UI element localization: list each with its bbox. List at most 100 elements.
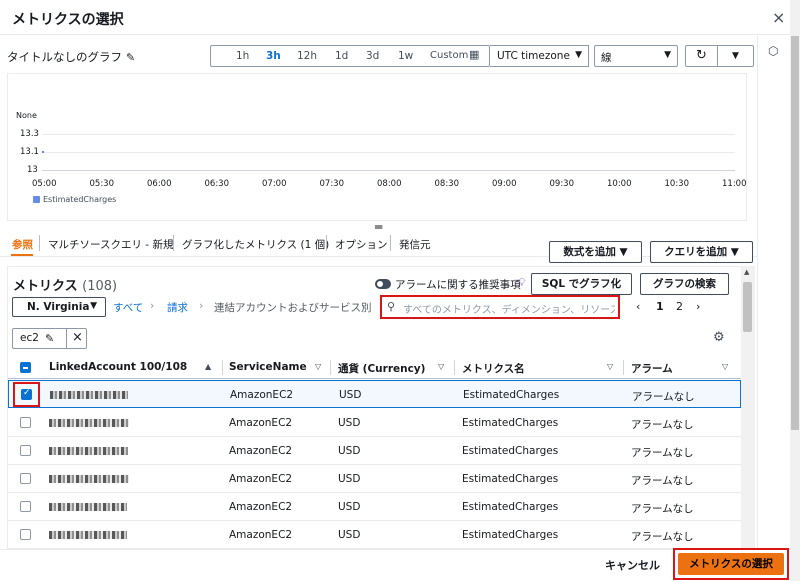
currency-cell: USD xyxy=(338,501,361,513)
tab-divider xyxy=(326,235,327,251)
timezone-value: UTC timezone xyxy=(497,50,570,62)
row-checkbox[interactable] xyxy=(20,501,31,512)
column-header-service[interactable]: ServiceName xyxy=(229,361,307,373)
sort-asc-icon[interactable]: ▲ xyxy=(205,362,211,371)
range-custom[interactable]: Custom xyxy=(430,50,468,61)
close-icon[interactable]: × xyxy=(772,8,785,27)
currency-cell: USD xyxy=(339,389,362,401)
range-1w[interactable]: 1w xyxy=(398,50,413,62)
column-divider xyxy=(330,360,331,375)
tab-graphed-metrics[interactable]: グラフ化したメトリクス (1 個) xyxy=(182,237,329,252)
add-query-button[interactable]: クエリを追加 ▼ xyxy=(650,241,753,263)
edit-icon[interactable]: ✎ xyxy=(45,332,54,345)
add-math-button[interactable]: 数式を追加 ▼ xyxy=(549,241,642,263)
row-checkbox[interactable] xyxy=(20,529,31,540)
metrics-count: (108) xyxy=(82,279,118,294)
edit-icon[interactable]: ✎ xyxy=(126,51,135,64)
x-tick-label: 09:00 xyxy=(492,179,517,189)
sql-graph-button[interactable]: SQL でグラフ化 xyxy=(531,273,632,295)
cancel-button[interactable]: キャンセル xyxy=(605,557,660,573)
sort-icon[interactable]: ▽ xyxy=(607,362,613,371)
range-3d[interactable]: 3d xyxy=(366,50,379,62)
tab-source[interactable]: 発信元 xyxy=(399,237,431,252)
legend-label[interactable]: EstimatedCharges xyxy=(43,195,116,204)
page-2[interactable]: 2 xyxy=(676,300,683,313)
metric-cell: EstimatedCharges xyxy=(463,389,560,401)
alarm-recommendation-label: アラームに関する推奨事項 xyxy=(395,279,521,291)
remove-token-icon[interactable]: × xyxy=(72,330,83,345)
refresh-dropdown-button[interactable]: ▼ xyxy=(718,45,754,67)
calendar-icon[interactable]: ▦ xyxy=(469,48,479,61)
x-axis-line xyxy=(42,170,735,171)
table-row[interactable]: AmazonEC2 USD EstimatedCharges アラームなし xyxy=(8,437,741,465)
metrics-title: メトリクス xyxy=(13,279,78,294)
y-tick-label: 13 xyxy=(27,165,38,175)
range-12h[interactable]: 12h xyxy=(297,50,317,62)
row-checkbox[interactable] xyxy=(20,417,31,428)
y-tick-label: 13.3 xyxy=(20,129,39,139)
row-checkbox[interactable] xyxy=(20,445,31,456)
range-1d[interactable]: 1d xyxy=(335,50,348,62)
scroll-up-icon[interactable]: ▲ xyxy=(744,268,749,276)
x-tick-label: 07:30 xyxy=(319,179,345,189)
table-row[interactable]: AmazonEC2 USD EstimatedCharges アラームなし xyxy=(8,521,741,549)
refresh-button[interactable]: ↻ xyxy=(685,45,718,67)
region-select[interactable]: N. Virginia ▼ xyxy=(12,297,106,317)
settings-icon[interactable]: ⬡ xyxy=(768,44,778,58)
column-divider xyxy=(222,360,223,375)
lightbulb-icon[interactable]: 💡︎ xyxy=(518,276,526,290)
breadcrumb-billing[interactable]: 請求 xyxy=(167,300,188,315)
select-all-checkbox[interactable] xyxy=(20,362,31,373)
range-1h[interactable]: 1h xyxy=(236,50,249,62)
column-header-alarm[interactable]: アラーム xyxy=(631,361,673,376)
metrics-search[interactable]: ⚲ すべてのメトリクス、ディメンション、リソース xyxy=(380,295,620,319)
graph-search-button[interactable]: グラフの検索 xyxy=(640,273,729,295)
alarm-cell: アラームなし xyxy=(631,475,694,487)
column-divider xyxy=(623,360,624,375)
dialog-title: メトリクスの選択 xyxy=(12,12,124,28)
redacted-account-id xyxy=(49,447,128,455)
breadcrumb-all[interactable]: すべて xyxy=(113,300,143,315)
table-scrollbar-thumb[interactable] xyxy=(743,282,752,332)
page-1[interactable]: 1 xyxy=(656,300,664,313)
service-cell: AmazonEC2 xyxy=(230,389,294,401)
column-header-currency[interactable]: 通貨 (Currency) xyxy=(338,361,425,376)
region-value: N. Virginia xyxy=(27,301,90,313)
table-row[interactable]: AmazonEC2 USD EstimatedCharges アラームなし xyxy=(8,465,741,493)
dialog-scrollbar-thumb[interactable] xyxy=(791,36,799,430)
service-cell: AmazonEC2 xyxy=(229,529,293,541)
timezone-select[interactable]: UTC timezone ▼ xyxy=(490,45,589,67)
sort-icon[interactable]: ▽ xyxy=(438,362,444,371)
table-row[interactable]: AmazonEC2 USD EstimatedCharges アラームなし xyxy=(8,380,741,408)
gear-icon[interactable]: ⚙ xyxy=(713,330,725,345)
select-metrics-button[interactable]: メトリクスの選択 xyxy=(678,553,784,575)
range-3h[interactable]: 3h xyxy=(266,50,281,62)
alarm-cell: アラームなし xyxy=(632,391,695,403)
alarm-cell: アラームなし xyxy=(631,419,694,431)
graph-title[interactable]: タイトルなしのグラフ ✎ xyxy=(7,49,135,65)
side-rail: ⬡ xyxy=(757,36,790,581)
breadcrumb-linked-account-service: 連結アカウントおよびサービス別 xyxy=(214,302,372,314)
column-header-linked-account[interactable]: LinkedAccount 100/108 xyxy=(49,361,187,373)
caret-down-icon: ▼ xyxy=(732,51,739,61)
chevron-right-icon: › xyxy=(199,299,204,312)
dialog-footer xyxy=(0,549,790,581)
tab-browse[interactable]: 参照 xyxy=(12,237,33,252)
sort-icon[interactable]: ▽ xyxy=(315,362,321,371)
alarm-recommendation-toggle[interactable] xyxy=(375,279,391,289)
prev-page-icon[interactable]: ‹ xyxy=(636,300,640,313)
next-page-icon[interactable]: › xyxy=(696,300,700,313)
graph-type-select[interactable]: 線 ▼ xyxy=(594,45,678,67)
sort-icon[interactable]: ▽ xyxy=(722,362,728,371)
resize-handle[interactable]: ═ xyxy=(375,220,382,234)
x-tick-label: 11:00 xyxy=(722,179,747,189)
row-checkbox[interactable] xyxy=(20,473,31,484)
tab-options[interactable]: オプション xyxy=(335,237,388,252)
redacted-account-id xyxy=(49,531,127,539)
tab-multi-source-query[interactable]: マルチソースクエリ - 新規 xyxy=(48,237,173,252)
table-row[interactable]: AmazonEC2 USD EstimatedCharges アラームなし xyxy=(8,409,741,437)
table-row[interactable]: AmazonEC2 USD EstimatedCharges アラームなし xyxy=(8,493,741,521)
data-point xyxy=(42,151,44,153)
column-header-metric-name[interactable]: メトリクス名 xyxy=(462,361,525,376)
search-input[interactable]: すべてのメトリクス、ディメンション、リソース xyxy=(403,301,615,316)
